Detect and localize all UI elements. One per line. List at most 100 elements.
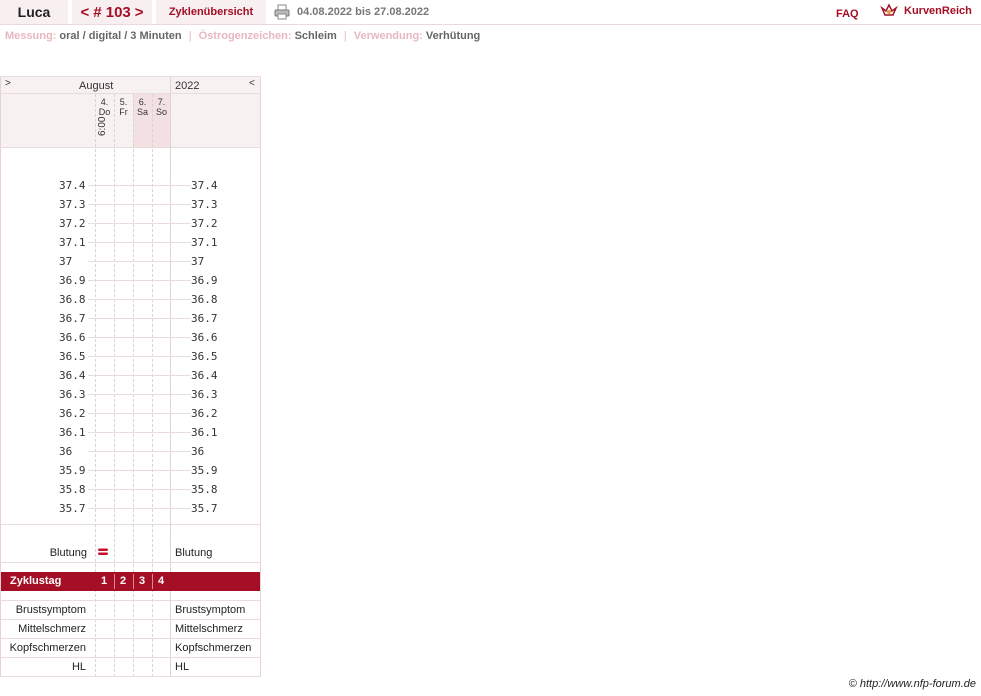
header-divider	[0, 147, 261, 148]
temp-label-right: 36.6	[191, 331, 218, 344]
cycle-day-separator	[133, 574, 134, 589]
temp-gridline	[88, 299, 191, 300]
kurvenreich-logo[interactable]: KurvenReich	[880, 2, 980, 20]
day-weekday: Sa	[136, 107, 148, 117]
temp-label-right: 37.4	[191, 179, 218, 192]
temp-label-right: 36	[191, 445, 205, 458]
temp-label-right: 37.3	[191, 198, 218, 211]
temp-label-right: 37.2	[191, 217, 218, 230]
temp-label-right: 36.7	[191, 312, 218, 325]
temp-label-right: 36.3	[191, 388, 218, 401]
cycle-day-number: 1	[100, 575, 108, 587]
bleeding-label-right: Blutung	[175, 547, 213, 559]
symptom-label: Kopfschmerzen	[9, 642, 86, 654]
temp-label-right: 36.5	[191, 350, 218, 363]
cycle-day-separator	[152, 574, 153, 589]
cycle-day-number: 3	[138, 575, 146, 587]
month-row-divider	[0, 93, 261, 94]
temp-label-left: 36	[59, 445, 73, 458]
symptom-label-right: Mittelschmerz	[175, 623, 243, 635]
chart-border-right	[260, 76, 261, 677]
cycle-day-label: Zyklustag	[10, 575, 62, 587]
temp-label-left: 36.1	[59, 426, 86, 439]
temp-label-left: 35.8	[59, 483, 86, 496]
day-header[interactable]: 6. Sa	[133, 97, 152, 117]
temp-gridline	[88, 413, 191, 414]
temp-label-left: 37.1	[59, 236, 86, 249]
day-header[interactable]: 5. Fr	[114, 97, 133, 117]
temp-label-left: 36.2	[59, 407, 86, 420]
symptom-row-divider	[0, 619, 261, 620]
faq-link[interactable]: FAQ	[836, 8, 859, 20]
temp-gridline	[88, 508, 191, 509]
temp-gridline	[88, 223, 191, 224]
temp-label-left: 37.2	[59, 217, 86, 230]
temp-label-right: 35.7	[191, 502, 218, 515]
temp-label-left: 36.3	[59, 388, 86, 401]
printer-icon[interactable]	[274, 4, 290, 20]
temp-label-left: 36.5	[59, 350, 86, 363]
cycle-day-number: 2	[119, 575, 127, 587]
temp-gridline	[88, 356, 191, 357]
usage-value: Verhütung	[425, 30, 481, 42]
day-header[interactable]: 4. Do	[95, 97, 114, 117]
temp-gridline	[88, 375, 191, 376]
day-number: 7.	[157, 97, 166, 107]
bleeding-label: Blutung	[49, 547, 87, 559]
bleeding-marker-icon[interactable]	[97, 547, 109, 559]
temp-gridline	[88, 318, 191, 319]
temp-gridline	[88, 242, 191, 243]
measurement-label: Messung:	[5, 30, 57, 42]
crown-icon	[880, 3, 898, 16]
usage-label: Verwendung:	[353, 30, 423, 42]
temp-gridline	[88, 451, 191, 452]
symptom-row-divider	[0, 638, 261, 639]
temp-gridline	[88, 337, 191, 338]
bleeding-divider	[0, 562, 261, 563]
symptom-row-divider	[0, 600, 261, 601]
temp-label-right: 36.9	[191, 274, 218, 287]
scroll-left-button[interactable]: >	[5, 78, 11, 89]
day-number: 6.	[138, 97, 147, 107]
temp-gridline	[88, 261, 191, 262]
temp-label-right: 35.8	[191, 483, 218, 496]
previous-cycle-button[interactable]: <	[80, 4, 89, 21]
scroll-right-button[interactable]: <	[249, 78, 255, 89]
copyright: © http://www.nfp-forum.de	[848, 678, 976, 690]
temp-label-right: 36.4	[191, 369, 218, 382]
symptom-label-right: Brustsymptom	[175, 604, 246, 616]
temp-label-right: 37.1	[191, 236, 218, 249]
day-number: 5.	[119, 97, 128, 107]
day-weekday: So	[155, 107, 167, 117]
day-number: 4.	[100, 97, 109, 107]
temp-label-left: 36.9	[59, 274, 86, 287]
temp-label-left: 36.4	[59, 369, 86, 382]
estrogen-value: Schleim	[294, 30, 337, 42]
temp-gridline	[88, 489, 191, 490]
next-cycle-button[interactable]: >	[135, 4, 144, 21]
temp-gridline	[88, 204, 191, 205]
temp-label-right: 36.2	[191, 407, 218, 420]
symptom-label: Mittelschmerz	[18, 623, 86, 635]
chart-border-bottom	[0, 676, 261, 677]
estrogen-label: Östrogenzeichen:	[198, 30, 292, 42]
temp-label-right: 35.9	[191, 464, 218, 477]
cycle-day-number: 4	[157, 575, 165, 587]
temp-label-left: 36.8	[59, 293, 86, 306]
measurement-time: 6:00	[97, 116, 108, 136]
cycle-number: # 103	[93, 3, 131, 21]
header-divider	[0, 24, 981, 25]
temp-label-left: 37.3	[59, 198, 86, 211]
cycle-overview-button[interactable]: Zyklenübersicht	[156, 0, 266, 24]
measurement-value: oral / digital / 3 Minuten	[59, 30, 182, 42]
chart-border-top	[0, 76, 261, 77]
temp-label-left: 37	[59, 255, 73, 268]
temp-gridline	[88, 185, 191, 186]
temp-label-left: 36.6	[59, 331, 86, 344]
symptom-row-divider	[0, 657, 261, 658]
year-label: 2022	[175, 80, 200, 92]
day-header[interactable]: 7. So	[152, 97, 171, 117]
temp-label-right: 36.8	[191, 293, 218, 306]
cycle-day-separator	[114, 574, 115, 589]
temp-gridline	[88, 394, 191, 395]
